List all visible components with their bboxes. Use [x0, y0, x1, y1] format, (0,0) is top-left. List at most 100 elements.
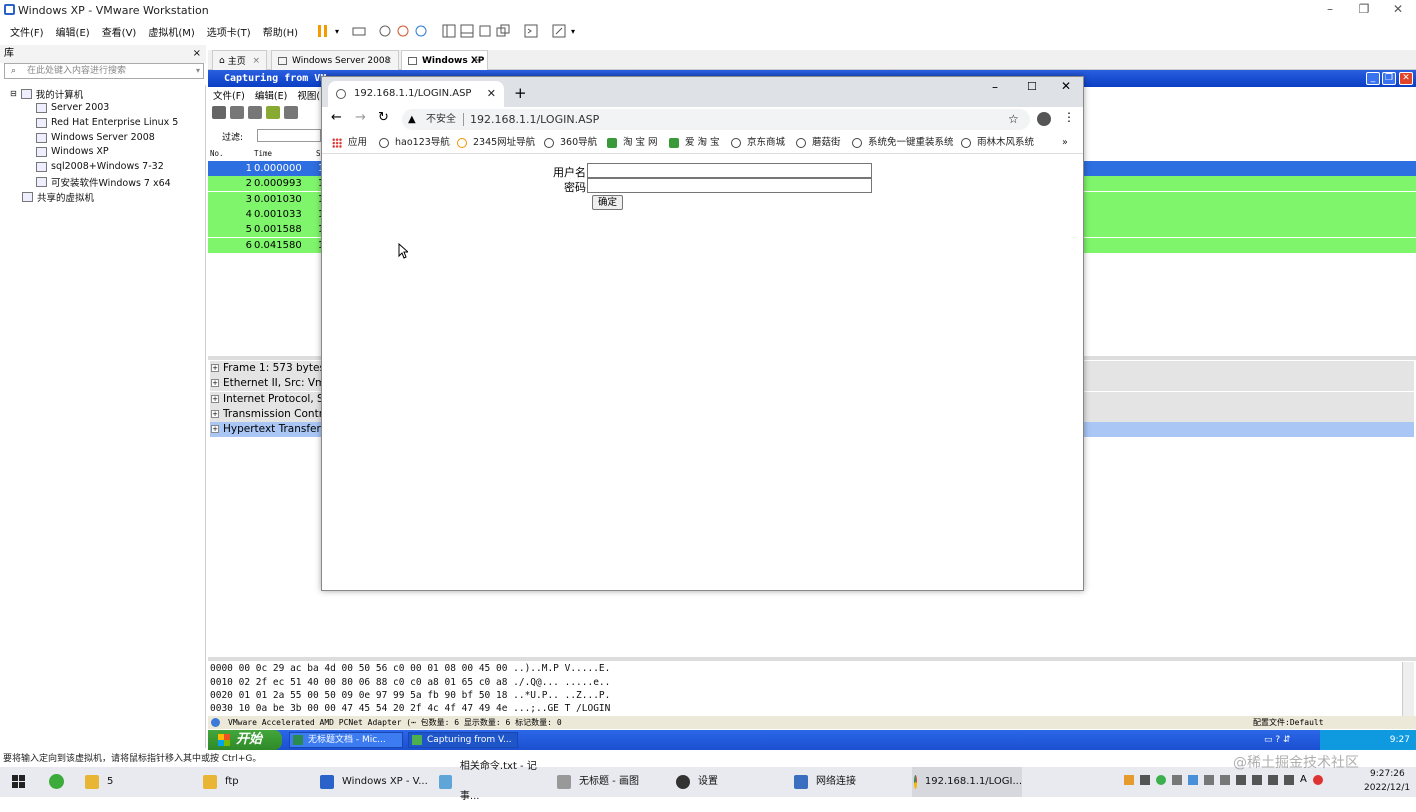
profile-icon[interactable] — [1037, 112, 1051, 126]
tree-item-shared[interactable]: 共享的虚拟机 — [22, 189, 94, 204]
taskbar-item[interactable]: 相关命令.txt - 记事... — [439, 761, 549, 802]
tray-icon[interactable] — [1312, 775, 1323, 785]
clock-time[interactable]: 9:27:26 — [1370, 769, 1405, 779]
expand-icon[interactable]: + — [211, 425, 219, 433]
close-icon[interactable]: × — [252, 56, 260, 66]
taskbar-item[interactable]: 网络连接 — [794, 767, 904, 797]
library-close-button[interactable]: × — [193, 45, 201, 63]
xp-minimize-button[interactable]: _ — [1366, 72, 1380, 85]
bookmark-reinstall[interactable]: 系统免一键重装系统 — [852, 132, 954, 154]
tree-item-windows-xp[interactable]: Windows XP — [36, 144, 109, 159]
taskbar-item[interactable]: 5 — [85, 767, 185, 797]
menu-file[interactable]: 文件(F) — [4, 24, 50, 39]
tab-windows-xp[interactable]: Windows XP × — [401, 50, 488, 70]
tray-icon[interactable] — [1172, 775, 1182, 785]
expand-icon[interactable]: + — [211, 379, 219, 387]
expand-icon[interactable]: + — [211, 395, 219, 403]
tree-item-server-2008[interactable]: Windows Server 2008 — [36, 130, 155, 145]
tray-icon[interactable] — [1252, 775, 1262, 785]
options-icon[interactable] — [230, 106, 244, 119]
reload-icon[interactable]: ↻ — [378, 110, 389, 125]
chevron-down-icon[interactable]: ▾ — [568, 22, 578, 40]
volume-icon[interactable] — [1284, 775, 1294, 785]
snapshot-manager-icon[interactable] — [412, 22, 430, 40]
tray-icon[interactable] — [1188, 775, 1198, 785]
col-source[interactable]: S — [316, 149, 321, 158]
clock-date[interactable]: 2022/12/1 — [1364, 783, 1410, 793]
tree-item-win7-x64[interactable]: 可安装软件Windows 7 x64 — [36, 174, 171, 189]
tray-icons[interactable]: A — [1124, 775, 1356, 789]
menu-tabs[interactable]: 选项卡(T) — [201, 24, 257, 39]
tree-item-my-computer[interactable]: ⊟ 我的计算机 — [10, 86, 83, 101]
bookmark-jd[interactable]: 京东商城 — [731, 132, 785, 154]
fullscreen-icon[interactable] — [476, 22, 494, 40]
hex-scrollbar[interactable] — [1402, 662, 1414, 716]
tray-icon[interactable] — [1204, 775, 1214, 785]
windows-start-icon[interactable] — [12, 775, 26, 789]
menu-view[interactable]: 查看(V) — [96, 24, 143, 39]
xp-task-item[interactable]: Capturing from V... — [408, 732, 518, 748]
star-icon[interactable]: ☆ — [1008, 109, 1019, 130]
bookmark-2345[interactable]: 2345网址导航 — [457, 132, 535, 154]
menu-vm[interactable]: 虚拟机(M) — [142, 24, 200, 39]
expand-icon[interactable]: + — [211, 364, 219, 372]
tree-item-sql2008[interactable]: sql2008+Windows 7-32 — [36, 159, 164, 174]
password-input[interactable] — [587, 178, 872, 193]
start-icon[interactable] — [248, 106, 262, 119]
restore-button[interactable]: ❐ — [1347, 0, 1381, 20]
taskbar-item[interactable]: ftp — [203, 767, 303, 797]
chrome-minimize-button[interactable]: – — [992, 80, 998, 94]
send-keys-icon[interactable] — [350, 22, 368, 40]
tree-item-server-2003[interactable]: Server 2003 — [36, 100, 109, 115]
minimize-button[interactable]: – — [1313, 0, 1347, 20]
submit-button[interactable]: 确定 — [592, 195, 623, 210]
xp-start-button[interactable]: 开始 — [208, 730, 282, 750]
close-icon[interactable]: × — [473, 56, 481, 66]
bookmark-360[interactable]: 360导航 — [544, 132, 597, 154]
xp-close-button[interactable]: ✕ — [1399, 72, 1413, 85]
taskbar-item[interactable]: Windows XP - V... — [320, 767, 430, 797]
tab-home[interactable]: ⌂ 主页 × — [212, 50, 267, 70]
bookmark-taobao[interactable]: 淘 宝 网 — [607, 132, 658, 154]
close-icon[interactable]: × — [384, 56, 392, 66]
kebab-menu-icon[interactable]: ⋮ — [1063, 110, 1075, 124]
bookmarks-overflow[interactable]: » — [1062, 132, 1068, 154]
bookmark-mogujie[interactable]: 蘑菇街 — [796, 132, 841, 154]
tree-item-redhat[interactable]: Red Hat Enterprise Linux 5 — [36, 115, 178, 130]
taskbar-item[interactable]: 192.168.1.1/LOGI... — [912, 767, 1022, 797]
taskbar-item[interactable]: 无标题 - 画图 — [557, 767, 667, 797]
interface-icon[interactable] — [212, 106, 226, 119]
expand-icon[interactable]: + — [211, 410, 219, 418]
chrome-close-button[interactable]: ✕ — [1061, 79, 1071, 93]
tray-icon[interactable] — [1236, 775, 1246, 785]
360-browser-icon[interactable] — [49, 774, 64, 789]
col-no[interactable]: No. — [210, 149, 224, 158]
unity-icon[interactable] — [494, 22, 512, 40]
xp-restore-button[interactable]: ❐ — [1382, 72, 1396, 85]
ime-icon[interactable]: A — [1300, 775, 1307, 789]
bookmark-aitaobao[interactable]: 爱 淘 宝 — [669, 132, 720, 154]
username-input[interactable] — [587, 163, 872, 178]
new-tab-button[interactable]: + — [514, 84, 527, 102]
stretch-icon[interactable] — [550, 22, 568, 40]
library-view-icon[interactable] — [440, 22, 458, 40]
pause-icon[interactable] — [314, 22, 332, 40]
ws-menu-file[interactable]: 文件(F) — [208, 88, 250, 102]
chevron-down-icon[interactable]: ▾ — [196, 64, 200, 78]
console-icon[interactable] — [522, 22, 540, 40]
pane-divider[interactable] — [208, 657, 1416, 661]
library-search-input[interactable]: ⌕ 在此处键入内容进行搜索 ▾ — [4, 63, 204, 79]
bookmark-apps[interactable]: 应用 — [332, 132, 367, 154]
snapshot-icon[interactable] — [376, 22, 394, 40]
close-button[interactable]: ✕ — [1381, 0, 1415, 20]
filter-input[interactable] — [257, 129, 321, 142]
thumbnail-bar-icon[interactable] — [458, 22, 476, 40]
tab-windows-server-2008[interactable]: Windows Server 2008 × — [271, 50, 399, 70]
revert-snapshot-icon[interactable] — [394, 22, 412, 40]
taskbar-item[interactable]: 设置 — [676, 767, 776, 797]
menu-edit[interactable]: 编辑(E) — [50, 24, 96, 39]
stop-icon[interactable] — [266, 106, 280, 119]
col-time[interactable]: Time — [254, 149, 272, 158]
xp-task-item[interactable]: 无标题文档 - Mic... — [289, 732, 403, 748]
tray-icon[interactable] — [1220, 775, 1230, 785]
